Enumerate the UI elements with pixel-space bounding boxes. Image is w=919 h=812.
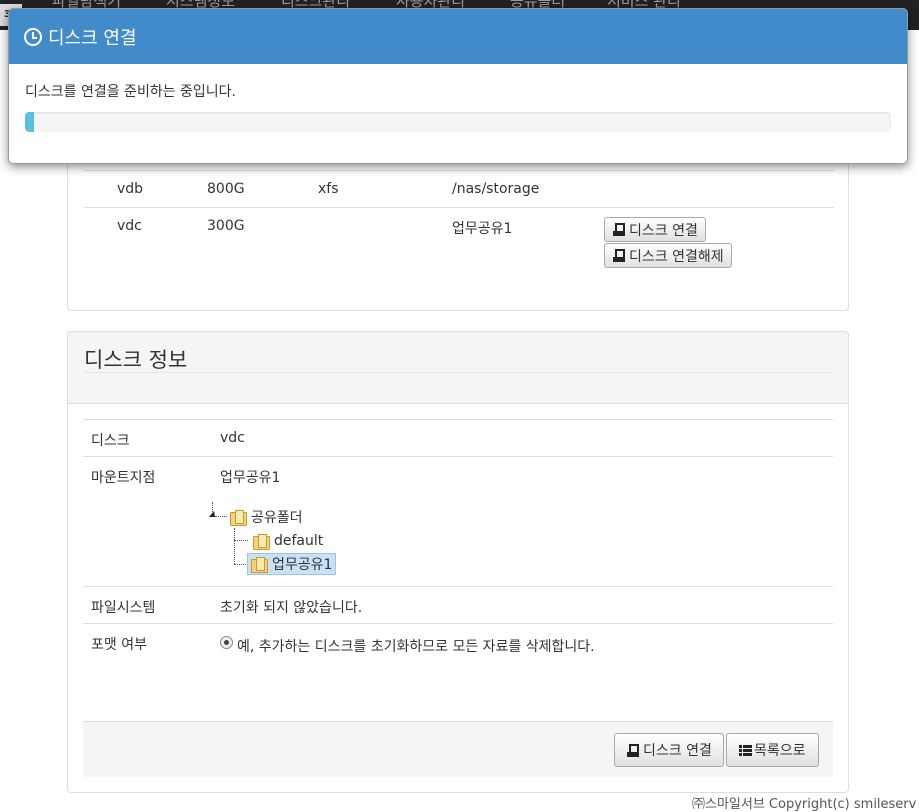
disk-filesystem: xfs — [318, 181, 339, 197]
progress-bar-fill — [25, 112, 34, 132]
tree-node-label: 공유폴더 — [251, 510, 303, 526]
disk-label: 디스크 — [91, 433, 130, 449]
divider — [84, 372, 832, 373]
folder-tree: 공유폴더 default 업무공유1 — [209, 502, 412, 582]
modal-body: 디스크를 연결을 준비하는 중입니다. — [9, 64, 907, 149]
disk-size: 800G — [207, 181, 245, 197]
disk-device: vdb — [117, 181, 144, 197]
disconnect-disk-label: 디스크 연결해제 — [629, 248, 724, 265]
disk-size: 300G — [207, 218, 245, 234]
eject-disk-icon — [612, 223, 625, 236]
panel-title: 디스크 정보 — [84, 348, 188, 372]
disconnect-disk-button[interactable]: 디스크 연결해제 — [604, 243, 732, 268]
tree-node-default[interactable]: default — [250, 530, 326, 552]
connect-disk-label: 디스크 연결 — [629, 222, 698, 239]
tree-node-root[interactable]: 공유폴더 — [227, 506, 306, 528]
progress-bar-track — [25, 112, 891, 132]
format-radio[interactable] — [220, 636, 233, 649]
info-row-disk: 디스크 vdc — [83, 419, 833, 456]
folder-icon — [230, 510, 247, 526]
panel-footer: 디스크 연결 목록으로 — [83, 721, 833, 777]
format-label: 포맷 여부 — [91, 637, 147, 653]
tree-node-selected[interactable]: 업무공유1 — [247, 553, 337, 575]
connect-disk-modal: 디스크 연결 디스크를 연결을 준비하는 중입니다. — [8, 8, 908, 164]
info-row-format: 포맷 여부 예, 추가하는 디스크를 초기화하므로 모든 자료를 삭제합니다. — [83, 623, 833, 721]
info-row-mount: 마운트지점 업무공유1 — [83, 456, 833, 586]
clock-icon — [24, 27, 42, 46]
panel-heading: 디스크 정보 — [68, 332, 848, 404]
eject-disk-icon — [612, 249, 625, 262]
list-icon — [739, 744, 752, 756]
connect-disk-submit-button[interactable]: 디스크 연결 — [614, 733, 724, 767]
tree-node-label: 업무공유1 — [272, 557, 333, 573]
disk-info-panel: 디스크 정보 디스크 vdc 마운트지점 업무공유1 공유폴더 default … — [67, 331, 849, 793]
disk-value: vdc — [220, 430, 245, 446]
folder-icon — [253, 534, 270, 550]
folder-icon — [251, 557, 268, 573]
filesystem-label: 파일시스템 — [91, 600, 156, 616]
modal-header: 디스크 연결 — [9, 9, 907, 64]
mount-value: 업무공유1 — [220, 470, 281, 486]
format-value: 예, 추가하는 디스크를 초기화하므로 모든 자료를 삭제합니다. — [237, 639, 595, 655]
disk-mount: 업무공유1 — [452, 221, 513, 237]
tree-node-label: default — [274, 533, 324, 549]
table-row: vdc 300G 업무공유1 디스크 연결 디스크 연결해제 — [84, 207, 834, 277]
table-row: vdb 800G xfs /nas/storage — [84, 170, 834, 207]
disk-mount: /nas/storage — [452, 181, 540, 197]
info-row-filesystem: 파일시스템 초기화 되지 않았습니다. — [83, 586, 833, 623]
modal-title: 디스크 연결 — [48, 27, 137, 49]
back-to-list-button[interactable]: 목록으로 — [726, 733, 819, 767]
disk-device: vdc — [117, 218, 142, 234]
mount-label: 마운트지점 — [91, 470, 156, 486]
connect-disk-submit-label: 디스크 연결 — [643, 743, 712, 759]
modal-message: 디스크를 연결을 준비하는 중입니다. — [25, 84, 236, 100]
back-to-list-label: 목록으로 — [754, 743, 806, 759]
filesystem-value: 초기화 되지 않았습니다. — [220, 600, 363, 616]
connect-disk-button[interactable]: 디스크 연결 — [604, 217, 706, 242]
eject-disk-icon — [626, 743, 639, 757]
